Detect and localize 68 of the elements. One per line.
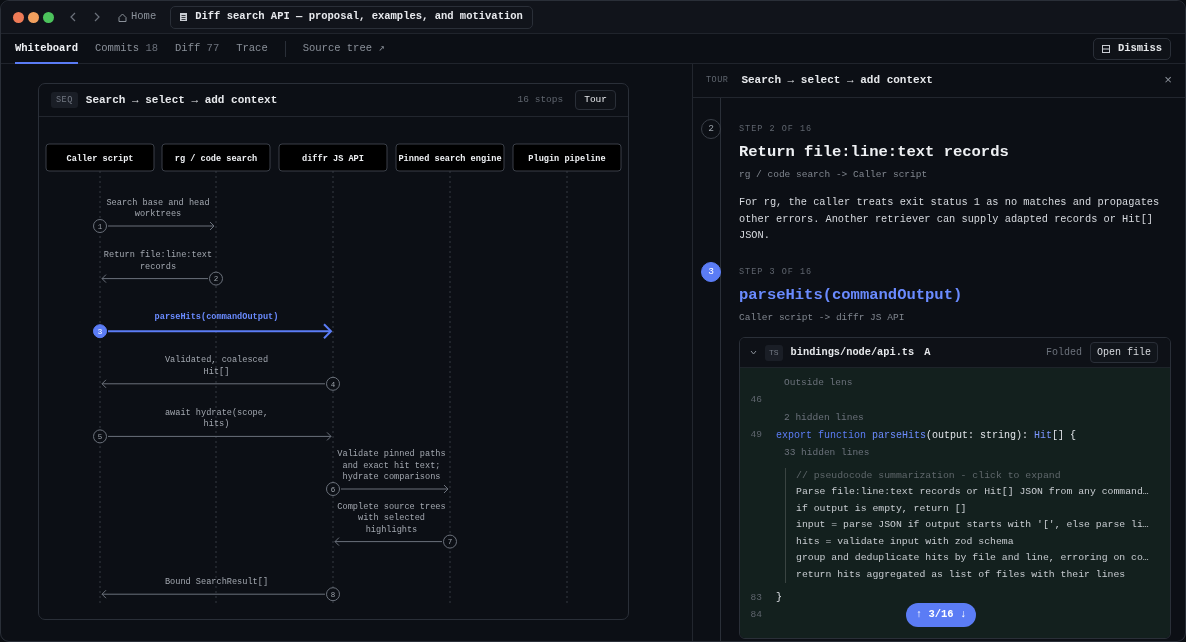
step-label: STEP 3 OF 16: [739, 265, 814, 278]
home-link[interactable]: Home: [118, 9, 157, 25]
document-icon: [180, 13, 188, 21]
hidden-lines-note: 33 hidden lines: [784, 445, 870, 460]
message-label: Validate pinned paths and exact hit text; hydrate comparisons: [337, 449, 446, 482]
line-number: 46: [749, 393, 763, 408]
file-status: A: [924, 344, 931, 360]
step-pager[interactable]: ↑ 3/16 ↓: [906, 603, 976, 627]
chevron-down-icon[interactable]: [750, 350, 757, 355]
step-route: Caller script -> diffr JS API: [739, 310, 906, 325]
hidden-lines-note: 2 hidden lines: [784, 410, 864, 425]
participant-node: diffr JS API: [278, 143, 388, 172]
step-number: 3: [701, 261, 721, 282]
view-tab[interactable]: Whiteboard: [15, 33, 78, 64]
participant-node: Pinned search engine: [395, 143, 505, 172]
open-file-button[interactable]: Open file: [1090, 342, 1158, 363]
message-label: parseHits(commandOutput): [154, 312, 279, 323]
view-tab[interactable]: Diff 77: [175, 33, 220, 64]
source-tree-link[interactable]: Source tree ↗: [302, 40, 385, 57]
tour-label: TOUR: [706, 74, 729, 87]
message-label: Return file:line:text records: [103, 250, 213, 272]
hidden-lines-note: Outside lens: [784, 375, 853, 390]
dismiss-button[interactable]: Dismiss: [1092, 37, 1171, 60]
diagram-title: Search → select → add context: [85, 92, 278, 108]
window-control[interactable]: [28, 11, 39, 23]
message-label: Validated, coalesced Hit[]: [164, 355, 269, 377]
tour-title: Search → select → add context: [741, 73, 933, 89]
message-label: Bound SearchResult[]: [164, 577, 269, 588]
language-badge: TS: [765, 344, 783, 361]
pseudocode-line: if output is empty, return []: [796, 501, 968, 516]
code-line: export function parseHits(output: string): Hit[] {: [776, 428, 1077, 443]
pseudocode-line: group and deduplicate hits by file and line, erroring on co…: [796, 551, 1150, 565]
stops-count: 16 stops: [517, 92, 564, 107]
line-number: 49: [749, 428, 763, 443]
document-tab[interactable]: Diff search API — proposal, examples, and motivation: [170, 5, 533, 29]
line-number: 84: [749, 608, 763, 623]
back-icon[interactable]: [70, 12, 76, 22]
code-line: }: [776, 591, 782, 606]
pseudocode-line: hits = validate input with zod schema: [796, 534, 1015, 549]
participant-node: Plugin pipeline: [512, 143, 622, 172]
step-number: 2: [701, 119, 721, 139]
view-tab[interactable]: Trace: [236, 33, 268, 64]
participant-node: rg / code search: [161, 143, 271, 172]
pseudocode-line: Parse file:line:text records or Hit[] JSON from any command…: [796, 485, 1150, 499]
step-label: STEP 2 OF 16: [739, 123, 814, 135]
step-route: rg / code search -> Caller script: [739, 168, 929, 182]
close-button[interactable]: ×: [1164, 74, 1172, 87]
window-control[interactable]: [43, 11, 54, 23]
fold-mode: Folded: [1045, 346, 1082, 360]
pseudocode-line: return hits aggregated as list of files with their lines: [796, 567, 1127, 582]
tour-button[interactable]: Tour: [575, 90, 616, 110]
panel-icon: [1101, 44, 1110, 53]
pseudocode-line: input = parse JSON if output starts with '[', else parse li…: [796, 518, 1150, 532]
code-comment: // pseudocode summarization - click to expand: [796, 468, 1062, 483]
participant-node: Caller script: [45, 143, 155, 172]
step-title: parseHits(commandOutput): [739, 284, 964, 305]
home-icon: [118, 12, 127, 22]
view-tab[interactable]: Commits 18: [95, 33, 159, 64]
message-label: Complete source trees with selected highlights: [337, 501, 446, 535]
forward-icon[interactable]: [94, 12, 100, 22]
window-control[interactable]: [13, 11, 24, 23]
message-label: await hydrate(scope, hits): [164, 407, 269, 430]
file-path: bindings/node/api.ts: [790, 344, 915, 360]
message-label: Search base and head worktrees: [106, 197, 210, 219]
step-description: For rg, the caller treats exit status 1 as no matches and propagates other errors. Another retriever can supply adapted records or Hit[] JSON.: [739, 195, 1161, 244]
step-title: Return file:line:text records: [739, 142, 1010, 162]
sequence-badge: SEQ: [51, 91, 78, 109]
line-number: 83: [749, 590, 763, 605]
